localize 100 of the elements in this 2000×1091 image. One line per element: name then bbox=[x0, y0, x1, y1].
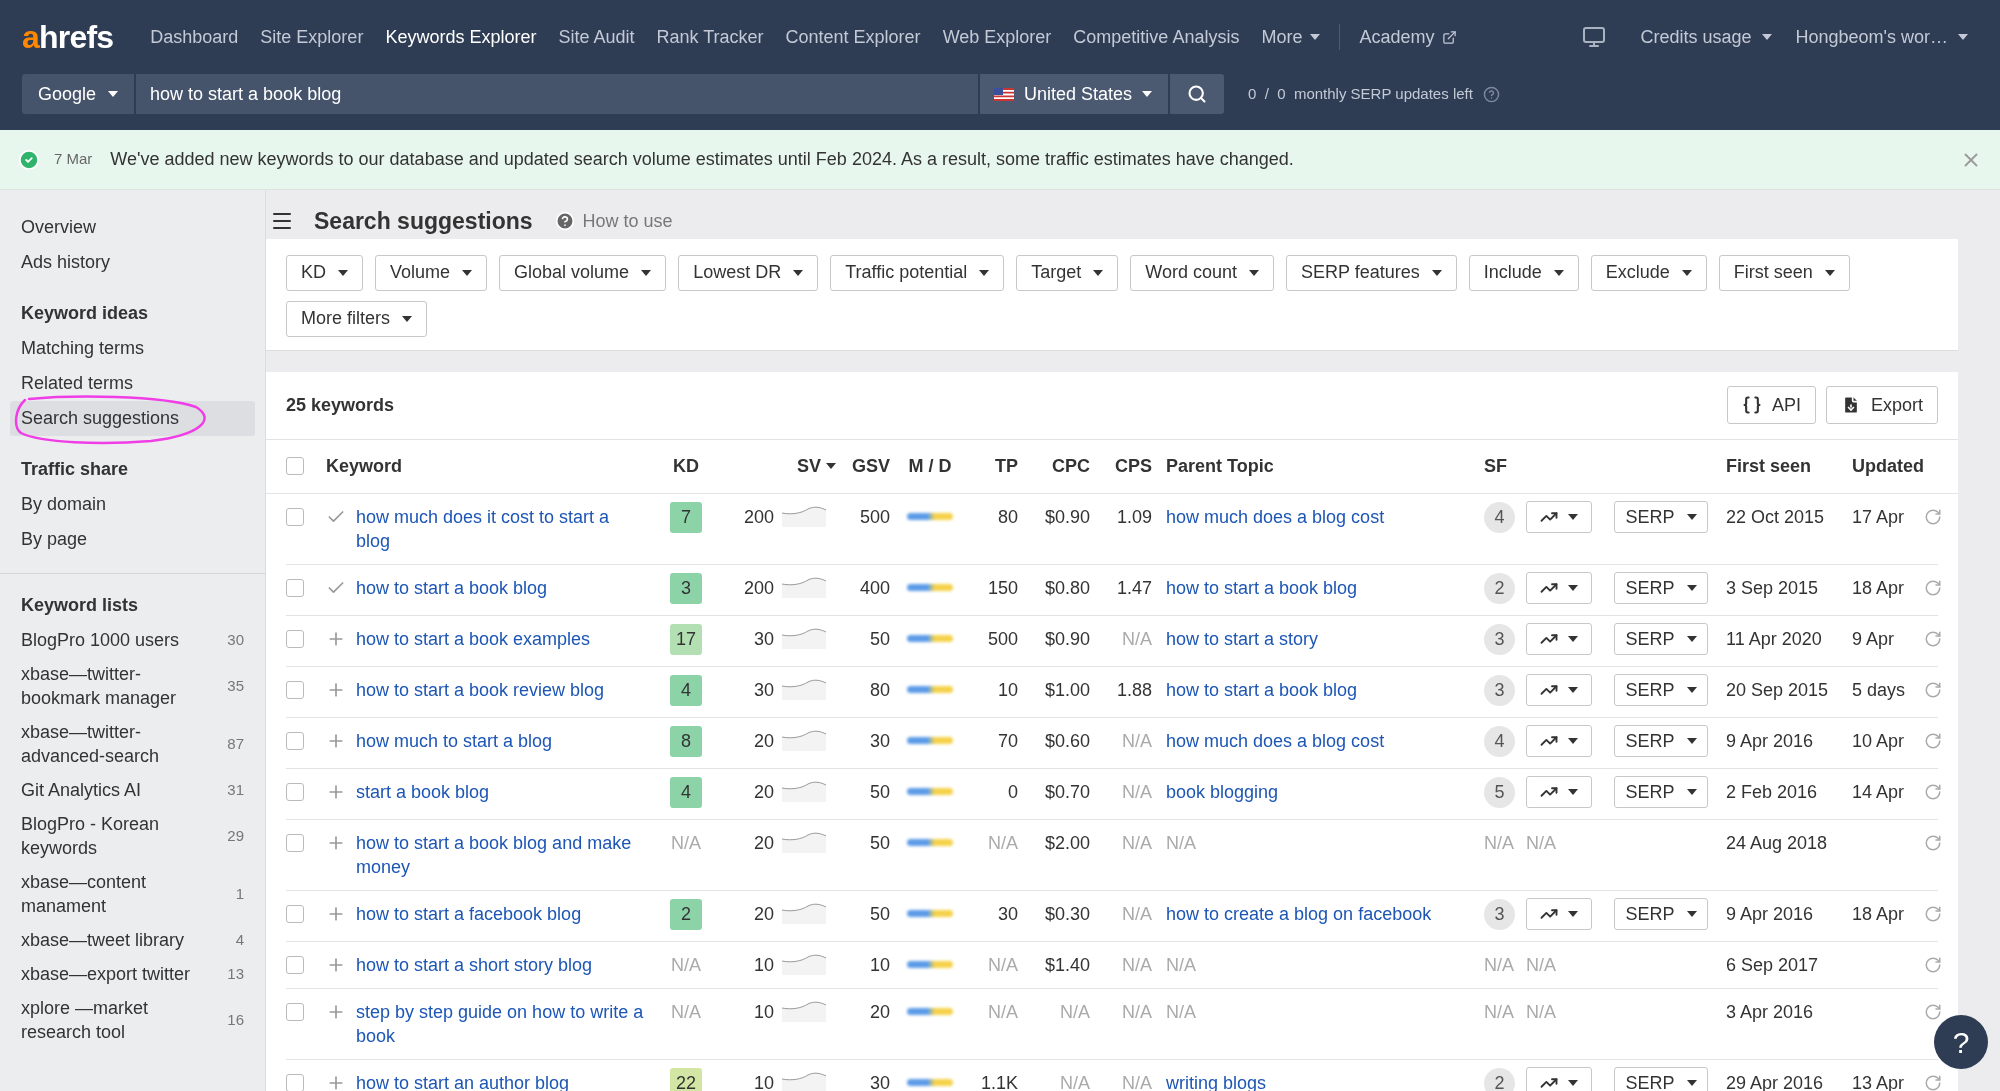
trend-dropdown[interactable] bbox=[1526, 775, 1592, 808]
serp-dropdown[interactable]: SERP bbox=[1614, 500, 1708, 533]
nav-link[interactable]: Web Explorer bbox=[931, 23, 1063, 51]
nav-link[interactable]: Dashboard bbox=[139, 23, 250, 51]
sidebar-item[interactable]: Search suggestions bbox=[10, 401, 255, 436]
row-checkbox[interactable] bbox=[286, 731, 304, 750]
how-to-use-link[interactable]: How to use bbox=[554, 207, 673, 235]
sidebar-item[interactable]: Related terms bbox=[10, 366, 255, 401]
column-header[interactable]: SV bbox=[797, 452, 836, 480]
serp-dropdown[interactable]: SERP bbox=[1614, 1066, 1708, 1091]
filter-dropdown[interactable]: Exclude bbox=[1590, 254, 1707, 291]
column-header[interactable]: Keyword bbox=[326, 452, 403, 480]
serp-dropdown[interactable]: SERP bbox=[1614, 622, 1708, 655]
column-header[interactable]: TP bbox=[995, 452, 1018, 480]
filter-dropdown[interactable]: Target bbox=[1016, 254, 1119, 291]
trend-dropdown[interactable] bbox=[1526, 724, 1592, 757]
trend-dropdown[interactable] bbox=[1526, 1066, 1592, 1091]
column-header[interactable]: GSV bbox=[852, 452, 890, 480]
row-checkbox[interactable] bbox=[286, 629, 304, 648]
monitor-icon[interactable] bbox=[1582, 25, 1607, 49]
keyword-link[interactable]: how to start a short story blog bbox=[356, 952, 656, 977]
column-header[interactable]: CPC bbox=[1052, 452, 1090, 480]
filter-dropdown[interactable]: SERP features bbox=[1285, 254, 1457, 291]
column-header[interactable]: First seen bbox=[1726, 452, 1812, 480]
column-header[interactable]: M / D bbox=[908, 452, 952, 480]
keyword-link[interactable]: how much does it cost to start a blog bbox=[356, 504, 656, 553]
nav-external-link[interactable]: Academy bbox=[1348, 23, 1469, 51]
account-dropdown[interactable]: Credits usage bbox=[1628, 23, 1784, 51]
filter-dropdown[interactable]: Include bbox=[1468, 254, 1579, 291]
sidebar-item[interactable]: Overview bbox=[10, 210, 255, 245]
parent-topic-link[interactable]: book blogging bbox=[1166, 781, 1279, 802]
keyword-list-link[interactable]: Git Analytics AI bbox=[21, 778, 211, 802]
keyword-list-link[interactable]: BlogPro - Korean keywords bbox=[21, 812, 211, 860]
row-checkbox[interactable] bbox=[286, 904, 304, 923]
refresh-icon[interactable] bbox=[1924, 731, 1942, 750]
parent-topic-link[interactable]: how much does a blog cost bbox=[1166, 730, 1385, 751]
parent-topic-link[interactable]: how to create a blog on facebook bbox=[1166, 903, 1432, 924]
keyword-link[interactable]: start a book blog bbox=[356, 779, 656, 804]
export-button[interactable]: Export bbox=[1825, 386, 1938, 424]
nav-link[interactable]: Keywords Explorer bbox=[374, 23, 548, 51]
keyword-list-link[interactable]: xbase—content manament bbox=[21, 870, 211, 918]
row-checkbox[interactable] bbox=[286, 680, 304, 699]
trend-dropdown[interactable] bbox=[1526, 897, 1592, 930]
row-checkbox[interactable] bbox=[286, 1002, 304, 1021]
country-dropdown[interactable]: United States bbox=[980, 74, 1169, 114]
refresh-icon[interactable] bbox=[1924, 680, 1942, 699]
nav-link[interactable]: Rank Tracker bbox=[645, 23, 775, 51]
keyword-list-link[interactable]: BlogPro 1000 users bbox=[21, 628, 211, 652]
parent-topic-link[interactable]: how to start a story bbox=[1166, 628, 1319, 649]
help-icon[interactable] bbox=[1482, 85, 1500, 103]
parent-topic-link[interactable]: how to start a book blog bbox=[1166, 679, 1358, 700]
keyword-link[interactable]: how much to start a blog bbox=[356, 728, 656, 753]
help-button[interactable]: ? bbox=[1934, 1015, 1988, 1069]
refresh-icon[interactable] bbox=[1924, 1073, 1942, 1091]
search-button[interactable] bbox=[1170, 74, 1225, 114]
search-engine-dropdown[interactable]: Google bbox=[22, 74, 135, 114]
parent-topic-link[interactable]: how to start a book blog bbox=[1166, 577, 1358, 598]
logo[interactable]: ahrefs bbox=[22, 13, 114, 61]
sidebar-item[interactable]: Ads history bbox=[10, 245, 255, 280]
keyword-link[interactable]: step by step guide on how to write a book bbox=[356, 999, 656, 1048]
refresh-icon[interactable] bbox=[1924, 955, 1942, 974]
refresh-icon[interactable] bbox=[1924, 1002, 1942, 1021]
filter-dropdown[interactable]: KD bbox=[286, 254, 363, 291]
refresh-icon[interactable] bbox=[1924, 833, 1942, 852]
trend-dropdown[interactable] bbox=[1526, 500, 1592, 533]
keyword-list-link[interactable]: xbase—export twitter bbox=[21, 962, 211, 986]
trend-dropdown[interactable] bbox=[1526, 571, 1592, 604]
sidebar-item[interactable]: Matching terms bbox=[10, 331, 255, 366]
nav-link[interactable]: Competitive Analysis bbox=[1062, 23, 1251, 51]
row-checkbox[interactable] bbox=[286, 1073, 304, 1091]
parent-topic-link[interactable]: how much does a blog cost bbox=[1166, 506, 1385, 527]
select-all-checkbox[interactable] bbox=[286, 457, 304, 475]
row-checkbox[interactable] bbox=[286, 507, 304, 526]
refresh-icon[interactable] bbox=[1924, 904, 1942, 923]
nav-dropdown[interactable]: More bbox=[1250, 23, 1332, 51]
nav-link[interactable]: Site Explorer bbox=[249, 23, 375, 51]
column-header[interactable]: Parent Topic bbox=[1166, 452, 1274, 480]
filter-dropdown[interactable]: Volume bbox=[375, 254, 488, 291]
row-checkbox[interactable] bbox=[286, 955, 304, 974]
nav-link[interactable]: Content Explorer bbox=[774, 23, 932, 51]
trend-dropdown[interactable] bbox=[1526, 622, 1592, 655]
filter-dropdown[interactable]: First seen bbox=[1718, 254, 1850, 291]
refresh-icon[interactable] bbox=[1924, 578, 1942, 597]
serp-dropdown[interactable]: SERP bbox=[1614, 571, 1708, 604]
keyword-link[interactable]: how to start a facebook blog bbox=[356, 901, 656, 926]
row-checkbox[interactable] bbox=[286, 578, 304, 597]
filter-dropdown[interactable]: More filters bbox=[286, 300, 427, 337]
sidebar-item[interactable]: By domain bbox=[10, 487, 255, 522]
row-checkbox[interactable] bbox=[286, 833, 304, 852]
nav-link[interactable]: Site Audit bbox=[547, 23, 646, 51]
filter-dropdown[interactable]: Word count bbox=[1130, 254, 1274, 291]
serp-dropdown[interactable]: SERP bbox=[1614, 724, 1708, 757]
keyword-link[interactable]: how to start a book examples bbox=[356, 626, 656, 651]
account-dropdown[interactable]: Hongbeom's wor… bbox=[1783, 23, 1980, 51]
serp-dropdown[interactable]: SERP bbox=[1614, 673, 1708, 706]
serp-dropdown[interactable]: SERP bbox=[1614, 775, 1708, 808]
filter-dropdown[interactable]: Lowest DR bbox=[678, 254, 819, 291]
sidebar-item[interactable]: By page bbox=[10, 522, 255, 557]
keyword-list-link[interactable]: xbase—twitter-bookmark manager bbox=[21, 662, 211, 710]
filter-dropdown[interactable]: Global volume bbox=[499, 254, 667, 291]
